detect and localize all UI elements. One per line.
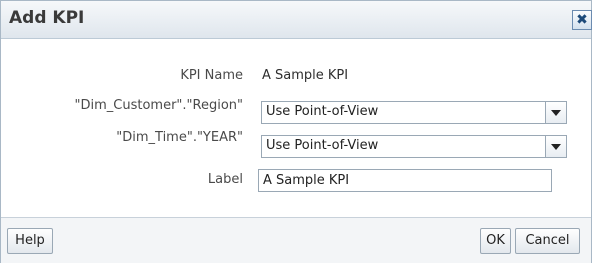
region-label: "Dim_Customer"."Region" (74, 98, 244, 113)
label-input[interactable] (258, 169, 552, 192)
chevron-down-icon[interactable] (545, 136, 566, 157)
add-kpi-dialog: Add KPI ✖ KPI Name A Sample KPI "Dim_Cus… (0, 0, 592, 263)
kpi-name-value: A Sample KPI (262, 68, 349, 83)
help-button[interactable]: Help (7, 228, 53, 254)
kpi-name-label: KPI Name (180, 68, 243, 83)
dialog-footer: Help OK Cancel (1, 217, 591, 263)
year-select-value: Use Point-of-View (266, 138, 379, 153)
region-row: "Dim_Customer"."Region" (1, 98, 244, 122)
region-select[interactable]: Use Point-of-View (261, 101, 567, 124)
year-select[interactable]: Use Point-of-View (261, 135, 567, 158)
close-icon: ✖ (576, 12, 588, 28)
label-field-label: Label (207, 172, 243, 187)
label-row: Label (1, 170, 243, 194)
dialog-title: Add KPI (9, 8, 85, 28)
chevron-down-icon[interactable] (545, 102, 566, 123)
ok-button[interactable]: OK (480, 228, 511, 254)
close-button[interactable]: ✖ (572, 10, 592, 30)
cancel-button[interactable]: Cancel (515, 228, 580, 254)
region-select-value: Use Point-of-View (266, 104, 379, 119)
year-row: "Dim_Time"."YEAR" (1, 130, 243, 154)
year-label: "Dim_Time"."YEAR" (116, 130, 243, 145)
dialog-titlebar: Add KPI ✖ (1, 1, 592, 39)
kpi-name-row: KPI Name (1, 68, 243, 92)
